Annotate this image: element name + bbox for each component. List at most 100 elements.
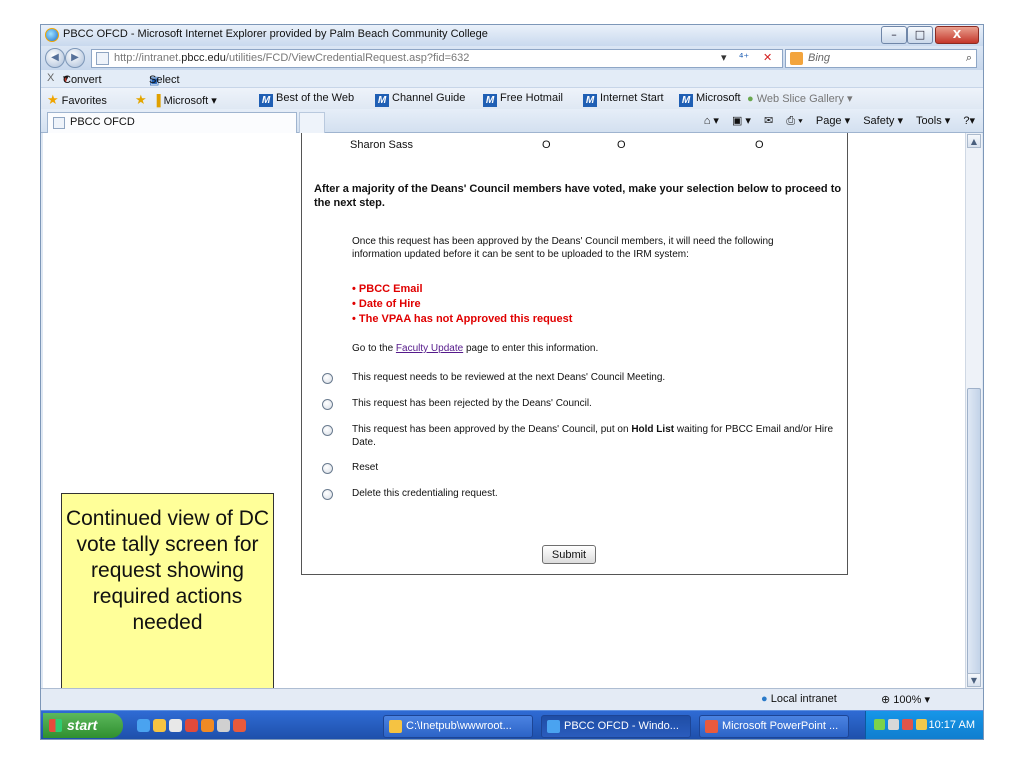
favorites-item-label: Microsoft ▾ (163, 95, 217, 107)
submit-button[interactable]: Submit (542, 545, 596, 564)
scroll-down-arrow-icon[interactable]: ▼ (967, 673, 981, 687)
zoom-label: 100% (893, 694, 922, 706)
volume-icon[interactable] (888, 719, 899, 730)
back-button[interactable]: ◀ (45, 48, 65, 68)
taskbar-button-label: C:\Inetpub\wwwroot... (406, 720, 512, 732)
ie-window: PBCC OFCD - Microsoft Internet Explorer … (40, 24, 984, 740)
help-menu[interactable]: ?▾ (963, 115, 975, 127)
address-toolbar: ◀ ▶ http://intranet.pbcc.edu/utilities/F… (41, 46, 983, 70)
powerpoint-icon (705, 720, 718, 733)
faculty-update-link[interactable]: Faculty Update (396, 343, 463, 354)
folder-icon (389, 720, 402, 733)
tools-menu[interactable]: Tools ▾ (916, 115, 950, 127)
scroll-up-arrow-icon[interactable]: ▲ (967, 134, 981, 148)
safety-menu[interactable]: Safety ▾ (863, 115, 903, 127)
favorites-item-internet-start[interactable]: M Internet Start (583, 92, 664, 107)
toolbar-close-icon[interactable]: X (47, 72, 54, 84)
favorites-item-label: Internet Start (600, 92, 664, 104)
zoom-level[interactable]: ⊕ 100% ▾ (881, 693, 930, 706)
option-label-part: This request has been approved by the De… (352, 424, 632, 435)
web-slice-icon: ● (747, 93, 754, 105)
convert-label: Convert (63, 74, 102, 86)
convert-button[interactable]: ◐ Convert ▾ (63, 72, 102, 86)
page-menu[interactable]: Page ▾ (816, 115, 850, 127)
powerpoint-quicklaunch-icon[interactable] (233, 719, 246, 732)
radio-button[interactable] (322, 489, 333, 500)
msn-icon: M (375, 94, 389, 107)
required-item: Date of Hire (352, 297, 572, 312)
feeds-icon[interactable]: ▣ ▾ (732, 115, 751, 127)
maximize-button[interactable]: □ (907, 26, 933, 44)
search-icon[interactable]: ⌕ (966, 50, 972, 67)
required-items-list: PBCC Email Date of Hire The VPAA has not… (352, 282, 573, 327)
print-icon[interactable]: ⎙ ▾ (786, 115, 802, 127)
zoom-icon: ⊕ (881, 694, 891, 706)
favorites-button[interactable]: ★ Favorites (47, 92, 107, 108)
ie-quicklaunch-icon[interactable] (137, 719, 150, 732)
intranet-icon: ● (761, 693, 768, 705)
windows-taskbar: start C:\Inetpub\wwwroot... PBCC OFCD - … (41, 710, 983, 739)
forward-button[interactable]: ▶ (65, 48, 85, 68)
start-button[interactable]: start (43, 713, 123, 738)
favorites-item-microsoft-menu[interactable]: ★ ▐ Microsoft ▾ (135, 92, 217, 108)
new-tab-button[interactable] (299, 112, 325, 133)
favorites-bar: ★ Favorites ★ ▐ Microsoft ▾ M Best of the … (41, 87, 983, 109)
option-label: This request needs to be reviewed at the… (352, 372, 666, 383)
app-quicklaunch-icon[interactable] (185, 719, 198, 732)
favorites-item-microsoft[interactable]: M Microsoft (679, 92, 741, 107)
taskbar-button-ie[interactable]: PBCC OFCD - Windo... (541, 715, 691, 738)
address-input[interactable]: http://intranet.pbcc.edu/utilities/FCD/V… (91, 49, 783, 68)
goto-text-after: page to enter this information. (463, 343, 599, 354)
app2-quicklaunch-icon[interactable] (201, 719, 214, 732)
page-icon (96, 52, 109, 65)
info-text: Once this request has been approved by t… (352, 236, 774, 260)
refresh-icon[interactable]: ⁴⁺ (739, 51, 749, 64)
start-label: start (67, 717, 98, 733)
close-button[interactable]: X (935, 26, 979, 44)
radio-button[interactable] (322, 373, 333, 384)
tab-pbcc-ofcd[interactable]: PBCC OFCD (47, 112, 297, 133)
favorites-item-channel-guide[interactable]: M Channel Guide (375, 92, 465, 107)
network-icon[interactable] (874, 719, 885, 730)
convert-toolbar: X ◐ Convert ▾ ▣ Select (41, 70, 983, 87)
clock: 10:17 AM (928, 719, 975, 731)
vertical-scrollbar[interactable]: ▲ ▼ (965, 133, 982, 688)
tab-bar: PBCC OFCD ⌂ ▾ ▣ ▾ ✉ ⎙ ▾ Page ▾ Safety ▾ … (41, 109, 983, 133)
url-path: /utilities/FCD/ViewCredentialRequest.asp… (225, 52, 470, 64)
firefox-quicklaunch-icon[interactable] (153, 719, 166, 732)
window-title: PBCC OFCD - Microsoft Internet Explorer … (63, 28, 488, 40)
scroll-thumb[interactable] (967, 388, 981, 678)
vote-cell: O (617, 139, 626, 151)
minimize-button[interactable]: – (881, 26, 907, 44)
vote-cell: O (755, 139, 764, 151)
address-dropdown-icon[interactable]: ▾ (721, 51, 727, 64)
app3-quicklaunch-icon[interactable] (217, 719, 230, 732)
favorites-label: Favorites (61, 95, 107, 107)
folder-icon: ▐ (152, 95, 161, 107)
page-content: Sharon Sass O O O After a majority of th… (43, 133, 965, 688)
security-icon[interactable] (902, 719, 913, 730)
favorites-item-free-hotmail[interactable]: M Free Hotmail (483, 92, 563, 107)
radio-button[interactable] (322, 425, 333, 436)
goto-text: Go to the Faculty Update page to enter t… (352, 343, 598, 354)
update-icon[interactable] (916, 719, 927, 730)
taskbar-button-powerpoint[interactable]: Microsoft PowerPoint ... (699, 715, 849, 738)
taskbar-button-explorer[interactable]: C:\Inetpub\wwwroot... (383, 715, 533, 738)
mail-icon[interactable]: ✉ (764, 115, 773, 127)
annotation-callout: Continued view of DC vote tally screen f… (61, 493, 274, 688)
home-icon[interactable]: ⌂ ▾ (704, 115, 719, 127)
instruction-text: After a majority of the Deans' Council m… (314, 183, 842, 209)
security-zone: ● Local intranet (761, 693, 837, 705)
search-input[interactable]: Bing ⌕ (785, 49, 977, 68)
desktop-quicklaunch-icon[interactable] (169, 719, 182, 732)
credential-request-panel: Sharon Sass O O O After a majority of th… (301, 133, 848, 575)
option-label: This request has been rejected by the De… (352, 398, 592, 409)
radio-button[interactable] (322, 463, 333, 474)
favorites-item-label: Free Hotmail (500, 92, 563, 104)
stop-icon[interactable]: ✕ (763, 51, 772, 64)
url-domain: pbcc.edu (181, 52, 226, 64)
ie-logo-icon (45, 28, 59, 42)
web-slice-gallery[interactable]: ● Web Slice Gallery ▾ (747, 92, 853, 105)
radio-button[interactable] (322, 399, 333, 410)
favorites-item-best-of-web[interactable]: M Best of the Web (259, 92, 354, 107)
